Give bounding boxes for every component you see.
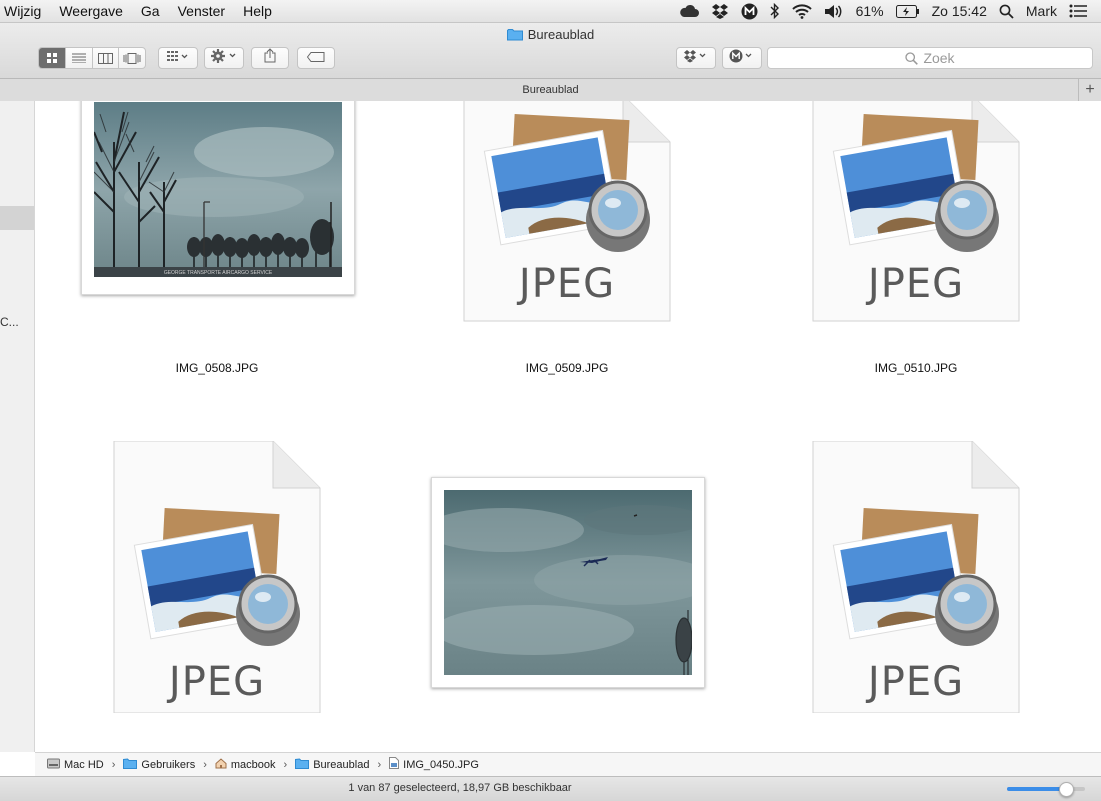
m-circle-icon <box>729 49 755 68</box>
image-file-icon <box>389 757 400 772</box>
battery-percent: 61% <box>855 3 884 19</box>
user-name[interactable]: Mark <box>1026 0 1057 22</box>
path-gebruikers[interactable]: Gebruikers <box>123 757 196 772</box>
tag-icon <box>306 49 325 67</box>
status-bar: 1 van 87 geselecteerd, 18,97 GB beschikb… <box>0 776 1101 801</box>
icon-view-button[interactable] <box>39 48 66 68</box>
jpeg-document-icon <box>463 101 671 322</box>
m-extension-button[interactable] <box>722 47 762 69</box>
slider-fill <box>1007 787 1066 791</box>
home-icon <box>215 757 227 772</box>
file-thumbnail-selected[interactable] <box>431 477 705 688</box>
icon-size-slider[interactable] <box>1007 782 1085 797</box>
jpeg-label: JPEG <box>867 261 965 307</box>
chevron-right-icon: › <box>283 758 288 771</box>
jpeg-file-icon[interactable]: JPEG <box>463 101 671 367</box>
battery-charging-icon[interactable] <box>895 0 920 22</box>
thumb-caption-text: GEORGE TRANSPORTE AIRCARGO SERVICE <box>164 270 273 276</box>
jpeg-file-icon[interactable]: JPEG <box>113 441 321 713</box>
search-placeholder: Zoek <box>923 50 955 66</box>
folder-icon <box>295 757 310 772</box>
path-segment-label: Gebruikers <box>141 758 196 771</box>
new-tab-button[interactable]: + <box>1078 79 1101 101</box>
tab-bureaublad[interactable]: Bureaublad <box>522 84 578 96</box>
wifi-icon[interactable] <box>791 0 812 22</box>
sidebar-item-truncated[interactable]: C... <box>0 315 19 329</box>
sidebar: C... <box>0 101 35 752</box>
dropbox-icon <box>683 49 709 68</box>
jpeg-label: JPEG <box>518 261 616 307</box>
hard-drive-icon <box>47 758 60 772</box>
menu-venster[interactable]: Venster <box>178 0 225 22</box>
menu-help[interactable]: Help <box>243 0 272 22</box>
file-thumbnail[interactable]: GEORGE TRANSPORTE AIRCARGO SERVICE <box>81 101 355 295</box>
icon-view-area: GEORGE TRANSPORTE AIRCARGO SERVICE IMG_0… <box>35 101 1101 752</box>
volume-icon[interactable] <box>824 0 844 22</box>
search-icon <box>905 50 919 70</box>
grid-arrange-icon <box>167 49 189 67</box>
photo-plane-image <box>444 490 692 675</box>
menu-wijzig[interactable]: Wijzig <box>4 0 41 22</box>
menu-ga[interactable]: Ga <box>141 0 160 22</box>
bluetooth-icon[interactable] <box>770 0 780 22</box>
jpeg-file-icon[interactable]: JPEG <box>812 441 1020 713</box>
path-segment-label: IMG_0450.JPG <box>403 758 479 771</box>
file-name-label[interactable]: IMG_0510.JPG <box>816 361 1016 375</box>
search-field[interactable]: Zoek <box>767 47 1093 69</box>
file-name-label[interactable]: IMG_0508.JPG <box>117 361 317 375</box>
cover-flow-button[interactable] <box>119 48 145 68</box>
action-button[interactable] <box>204 47 244 69</box>
tags-button[interactable] <box>297 47 335 69</box>
folder-icon <box>506 28 523 44</box>
status-menus: 61% Zo 15:42 Mark <box>679 0 1087 22</box>
spotlight-icon[interactable] <box>999 0 1014 22</box>
path-macbook[interactable]: macbook <box>215 757 276 772</box>
column-view-button[interactable] <box>93 48 120 68</box>
path-selected-file[interactable]: IMG_0450.JPG <box>389 757 479 772</box>
folder-icon <box>123 757 138 772</box>
path-segment-label: Bureaublad <box>313 758 370 771</box>
list-view-button[interactable] <box>66 48 93 68</box>
jpeg-document-icon <box>812 101 1020 322</box>
share-button[interactable] <box>251 47 289 69</box>
jpeg-file-icon[interactable]: JPEG <box>812 101 1020 367</box>
jpeg-label: JPEG <box>168 659 266 705</box>
dropbox-icon[interactable] <box>711 0 729 22</box>
cloud-icon[interactable] <box>679 0 699 22</box>
path-segment-label: macbook <box>230 758 276 771</box>
file-name-label[interactable]: IMG_0509.JPG <box>467 361 667 375</box>
share-icon <box>264 48 276 68</box>
path-mac-hd[interactable]: Mac HD <box>47 758 104 772</box>
notification-center-icon[interactable] <box>1069 0 1087 22</box>
chevron-right-icon: › <box>203 758 207 771</box>
finder-toolbar: Bureaublad Zoek <box>0 23 1101 79</box>
path-segment-label: Mac HD <box>64 758 104 771</box>
view-mode-selector <box>38 47 146 69</box>
menu-weergave[interactable]: Weergave <box>59 0 123 22</box>
window-title: Bureaublad <box>0 27 1101 44</box>
sidebar-selected-item[interactable] <box>0 206 34 230</box>
path-bureaublad[interactable]: Bureaublad <box>295 757 370 772</box>
slider-knob[interactable] <box>1059 782 1074 797</box>
chevron-right-icon: › <box>111 758 116 771</box>
photo-trees-image: GEORGE TRANSPORTE AIRCARGO SERVICE <box>94 102 342 277</box>
window-title-text: Bureaublad <box>527 27 595 42</box>
arrange-button[interactable] <box>158 47 198 69</box>
clock[interactable]: Zo 15:42 <box>932 0 987 22</box>
dropbox-toolbar-button[interactable] <box>676 47 716 69</box>
chevron-right-icon: › <box>377 758 382 771</box>
gear-icon <box>211 48 237 68</box>
path-bar: Mac HD › Gebruikers › macbook › Bureaubl… <box>35 752 1101 776</box>
status-text: 1 van 87 geselecteerd, 18,97 GB beschikb… <box>348 782 572 794</box>
tab-bar: Bureaublad + <box>0 79 1101 102</box>
m-circle-icon[interactable] <box>741 0 758 22</box>
menu-bar: Wijzig Weergave Ga Venster Help 61% Zo 1… <box>0 0 1101 23</box>
app-menus: Wijzig Weergave Ga Venster Help <box>4 0 290 22</box>
jpeg-label: JPEG <box>867 659 965 705</box>
